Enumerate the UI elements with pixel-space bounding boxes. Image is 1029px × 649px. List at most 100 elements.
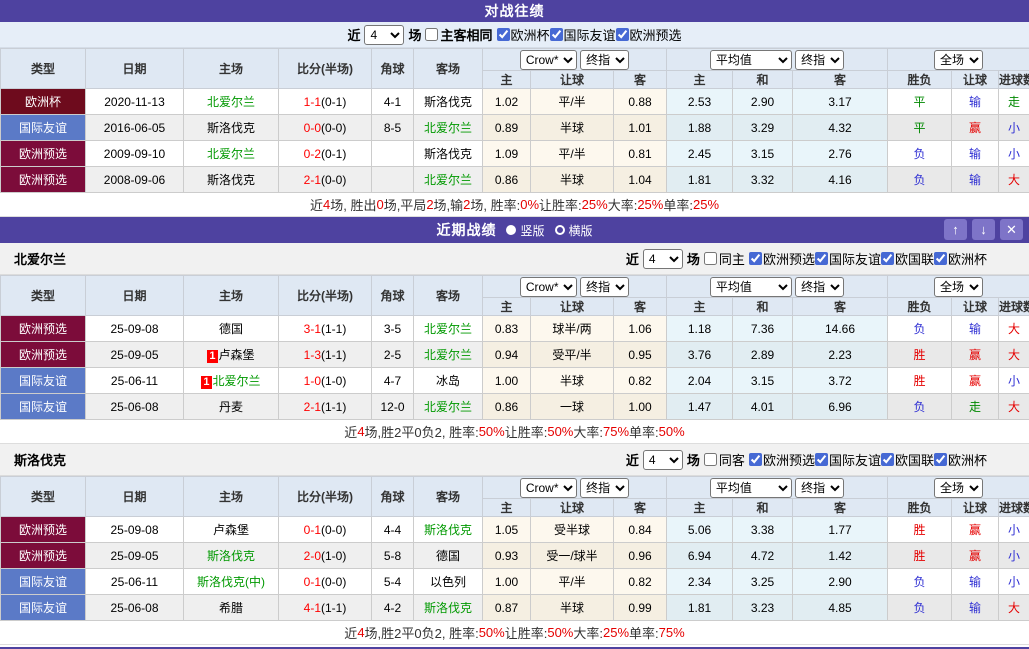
result-handicap: 输 [951,166,1000,193]
close-button[interactable]: ✕ [1000,219,1023,240]
same-home-away-checkbox-label[interactable]: 主客相同 [425,25,493,44]
final-odds-select-2[interactable]: 终指 [795,49,845,70]
avg-draw: 3.25 [732,568,793,595]
competition-checkbox[interactable] [880,453,894,466]
radio-selected-icon[interactable] [506,225,517,235]
avg-home: 1.81 [666,166,733,193]
scope-select[interactable]: 全场 [934,49,984,70]
competition-checkbox-label[interactable]: 欧洲杯 [496,25,550,44]
final-odds-select[interactable]: 终指 [580,477,630,498]
competition-checkbox[interactable] [496,28,510,41]
result-handicap: 输 [951,140,1000,167]
summary-text: 大率: [573,425,603,440]
col-header-date: 日期 [85,48,184,89]
bookmaker-select[interactable]: Crow* [519,49,577,70]
competition-checkbox-label[interactable]: 欧洲杯 [933,249,987,268]
radio-unselected-icon[interactable] [554,225,565,235]
summary-text: 让胜率: [504,425,548,440]
match-score-cell: 3-1(1-1) [278,315,372,342]
average-select[interactable]: 平均值 [709,49,792,70]
competition-checkbox[interactable] [880,252,894,265]
summary-text: 让胜率: [539,198,582,213]
table-row: 国际友谊 25-06-11 1 北爱尔兰 1-0(1-0) 4-7 冰岛 1.00 半球 0.82… [0,367,1029,394]
teamB-recent-games-select[interactable]: 4 [642,449,683,470]
matches-table: 类型 日期 主场 比分(半场) 角球 客场 Crow* 终指 平均值 终指 全场 [0,476,1029,621]
competition-checkbox[interactable] [933,252,947,265]
teamA-name: 北爱尔兰 [14,252,67,267]
average-select[interactable]: 平均值 [709,276,792,297]
competition-checkbox-label[interactable]: 欧洲预选 [615,25,682,44]
competition-checkbox[interactable] [748,252,762,265]
col-header-home: 主场 [183,48,279,89]
result-winlose: 负 [887,393,953,420]
same-away-checkbox[interactable] [703,453,717,466]
competition-checkbox-label[interactable]: 欧国联 [880,249,934,268]
result-goals: 小 [998,542,1029,569]
odds-away: 0.88 [613,88,667,115]
competition-checkbox-label[interactable]: 国际友谊 [549,25,616,44]
recent-games-select[interactable]: 4 [364,24,405,45]
away-team-cell: 斯洛伐克 [413,140,483,167]
table-row: 欧洲预选 2008-09-06 斯洛伐克 2-1(0-0) 北爱尔兰 0.86 半球 1.04… [0,166,1029,193]
away-team-name: 斯洛伐克 [423,95,472,109]
match-score-cell: 0-1(0-0) [278,516,372,543]
match-type-badge: 欧洲预选 [0,542,86,569]
final-odds-select[interactable]: 终指 [580,49,630,70]
summary-text: 0% [520,197,540,212]
odds-handicap: 半球 [530,367,614,394]
competition-name: 国际友谊 [563,28,616,43]
average-select[interactable]: 平均值 [709,477,792,498]
odds-away: 0.99 [613,594,667,621]
competition-checkbox[interactable] [615,28,629,41]
col-header-score: 比分(半场) [278,275,372,316]
horizontal-layout-radio[interactable]: 横版 [554,222,593,239]
competition-checkbox[interactable] [549,28,563,41]
scope-select[interactable]: 全场 [934,477,984,498]
competition-checkbox[interactable] [814,252,828,265]
competition-checkbox[interactable] [748,453,762,466]
avg-draw: 3.38 [732,516,793,543]
average-group-header: 平均值 终指 [665,476,889,499]
matches-table: 类型 日期 主场 比分(半场) 角球 客场 Crow* 终指 平均值 终指 全场 [0,48,1029,193]
col-header-goals: 进球数 [998,70,1029,89]
final-odds-select[interactable]: 终指 [580,276,630,297]
competition-checkbox-label[interactable]: 欧洲预选 [748,249,815,268]
away-team-cell: 北爱尔兰 [413,393,483,420]
final-odds-select-2[interactable]: 终指 [795,477,845,498]
match-date: 25-06-11 [85,568,184,595]
competition-checkbox-label[interactable]: 欧洲预选 [748,450,815,469]
table-row: 欧洲预选 25-09-05 1 卢森堡 1-3(1-1) 2-5 北爱尔兰 0.94 受平/半 0… [0,341,1029,368]
vertical-layout-radio[interactable]: 竖版 [506,222,545,239]
teamA-recent-games-select[interactable]: 4 [642,248,683,269]
move-up-button[interactable]: ↑ [944,219,967,240]
bookmaker-select[interactable]: Crow* [519,276,577,297]
same-away-checkbox-label[interactable]: 同客 [703,450,745,469]
odds-home: 0.89 [482,114,531,141]
competition-checkbox-label[interactable]: 欧国联 [880,450,934,469]
move-down-button[interactable]: ↓ [972,219,995,240]
bookmaker-select[interactable]: Crow* [519,477,577,498]
result-goals: 小 [998,568,1029,595]
summary-text: 50% [547,625,574,640]
scope-select[interactable]: 全场 [934,276,984,297]
summary-text: 大率: [573,626,603,641]
same-home-checkbox[interactable] [703,252,717,265]
same-home-away-checkbox[interactable] [425,28,439,41]
table-row: 欧洲预选 25-09-08 卢森堡 0-1(0-0) 4-4 斯洛伐克 1.05 受半球 0.8… [0,516,1029,543]
competition-checkbox-label[interactable]: 欧洲杯 [933,450,987,469]
competition-checkbox-label[interactable]: 国际友谊 [814,450,881,469]
summary-text: 2 [426,197,434,212]
final-odds-select-2[interactable]: 终指 [795,276,845,297]
odds-handicap: 半球 [530,114,614,141]
competition-checkbox[interactable] [933,453,947,466]
teamA-filter-row: 北爱尔兰 近 4 场 同主 欧洲预选 国际友谊 欧国联 欧洲杯 [0,243,1029,275]
summary-text: 75% [658,625,685,640]
competition-name: 欧洲预选 [762,453,815,468]
col-header-away: 客场 [413,476,483,517]
competition-checkbox-label[interactable]: 国际友谊 [814,249,881,268]
match-type-badge: 欧洲预选 [0,341,86,368]
matches-table: 类型 日期 主场 比分(半场) 角球 客场 Crow* 终指 平均值 终指 全场 [0,275,1029,420]
summary-text: 50% [478,424,505,439]
same-home-checkbox-label[interactable]: 同主 [703,249,745,268]
competition-checkbox[interactable] [814,453,828,466]
